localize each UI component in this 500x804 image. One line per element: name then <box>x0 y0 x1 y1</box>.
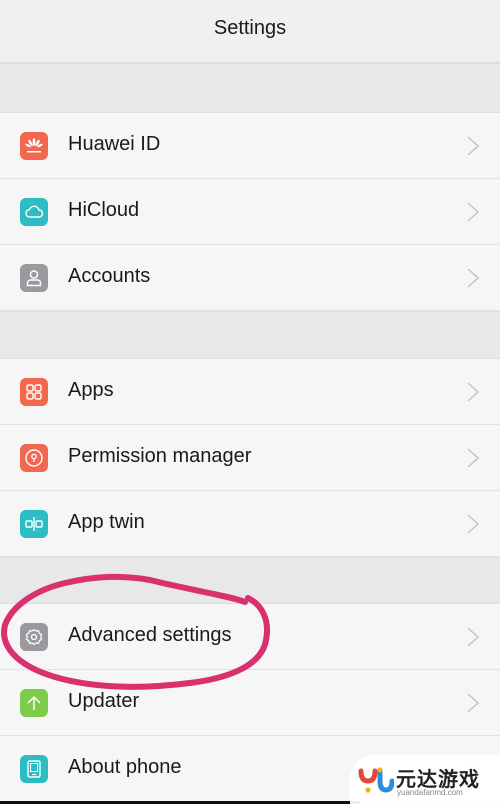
person-icon <box>20 264 48 292</box>
settings-item-huawei-id[interactable]: Huawei ID <box>0 113 500 179</box>
settings-item-advanced-settings[interactable]: Advanced settings <box>0 604 500 670</box>
settings-item-label: Updater <box>68 690 140 712</box>
arrow-up-icon <box>20 689 48 717</box>
settings-item-label: Permission manager <box>68 445 252 467</box>
settings-item-updater[interactable]: Updater <box>0 670 500 736</box>
keyhole-icon <box>20 444 48 472</box>
group-separator <box>0 311 500 359</box>
settings-item-label: Huawei ID <box>68 133 161 155</box>
app-twin-icon <box>20 510 48 538</box>
group-separator <box>0 63 500 113</box>
settings-item-accounts[interactable]: Accounts <box>0 245 500 311</box>
watermark-logo-icon <box>358 767 394 793</box>
chevron-right-icon <box>467 136 480 156</box>
chevron-right-icon <box>467 202 480 222</box>
watermark-url: yuandafanmd.com <box>397 788 463 797</box>
chevron-right-icon <box>467 382 480 402</box>
cloud-icon <box>20 198 48 226</box>
settings-item-label: App twin <box>68 511 145 533</box>
phone-icon <box>20 755 48 783</box>
settings-item-label: Apps <box>68 379 114 401</box>
grid-icon <box>20 378 48 406</box>
settings-item-app-twin[interactable]: App twin <box>0 491 500 557</box>
group-separator <box>0 557 500 604</box>
chevron-right-icon <box>467 693 480 713</box>
settings-item-apps[interactable]: Apps <box>0 359 500 425</box>
app-header: Settings <box>0 0 500 63</box>
chevron-right-icon <box>467 627 480 647</box>
gear-icon <box>20 623 48 651</box>
chevron-right-icon <box>467 514 480 534</box>
settings-item-label: Accounts <box>68 265 151 287</box>
watermark: 元达游戏 yuandafanmd.com <box>350 755 500 804</box>
huawei-logo-icon <box>20 132 48 160</box>
settings-item-hicloud[interactable]: HiCloud <box>0 179 500 245</box>
page-title: Settings <box>213 17 287 39</box>
settings-item-permission-manager[interactable]: Permission manager <box>0 425 500 491</box>
chevron-right-icon <box>467 448 480 468</box>
settings-item-label: About phone <box>68 756 182 778</box>
settings-item-label: HiCloud <box>68 199 140 221</box>
chevron-right-icon <box>467 268 480 288</box>
settings-item-label: Advanced settings <box>68 624 232 646</box>
